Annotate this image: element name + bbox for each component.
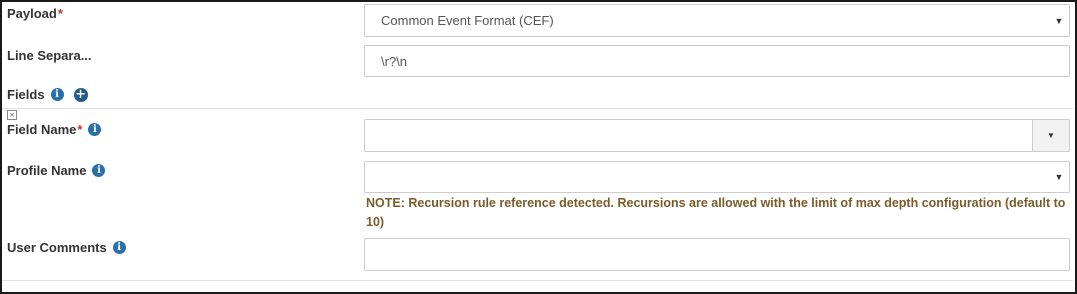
- recursion-note: NOTE: Recursion rule reference detected.…: [366, 196, 1066, 229]
- field-name-combobox[interactable]: ▼: [364, 119, 1070, 152]
- user-comments-label: User Comments i: [7, 240, 126, 255]
- add-field-icon[interactable]: +: [73, 87, 88, 102]
- field-name-label: Field Name * i: [7, 122, 102, 137]
- line-separator-value: \r?\n: [381, 53, 408, 69]
- caret-down-icon: ▼: [1054, 172, 1064, 182]
- user-comments-input[interactable]: [364, 238, 1070, 271]
- payload-select-value: Common Event Format (CEF): [381, 13, 554, 28]
- payload-select[interactable]: Common Event Format (CEF) ▼: [364, 4, 1070, 37]
- line-separator-input[interactable]: \r?\n: [364, 45, 1070, 77]
- divider: [2, 108, 1073, 109]
- profile-name-select[interactable]: ▼: [364, 161, 1070, 193]
- line-separator-label: Line Separa...: [7, 48, 92, 63]
- required-marker: *: [57, 6, 63, 21]
- fields-label: Fields i +: [7, 87, 88, 102]
- required-marker: *: [77, 122, 83, 137]
- info-icon[interactable]: i: [50, 88, 64, 101]
- info-icon[interactable]: i: [92, 164, 106, 177]
- caret-down-icon[interactable]: ▼: [1032, 120, 1069, 151]
- payload-label: Payload *: [7, 6, 63, 21]
- remove-field-icon[interactable]: ×: [7, 110, 17, 120]
- divider: [2, 280, 1073, 281]
- profile-name-label: Profile Name i: [7, 163, 106, 178]
- info-icon[interactable]: i: [112, 241, 126, 254]
- info-icon[interactable]: i: [88, 123, 102, 136]
- caret-down-icon: ▼: [1054, 15, 1064, 26]
